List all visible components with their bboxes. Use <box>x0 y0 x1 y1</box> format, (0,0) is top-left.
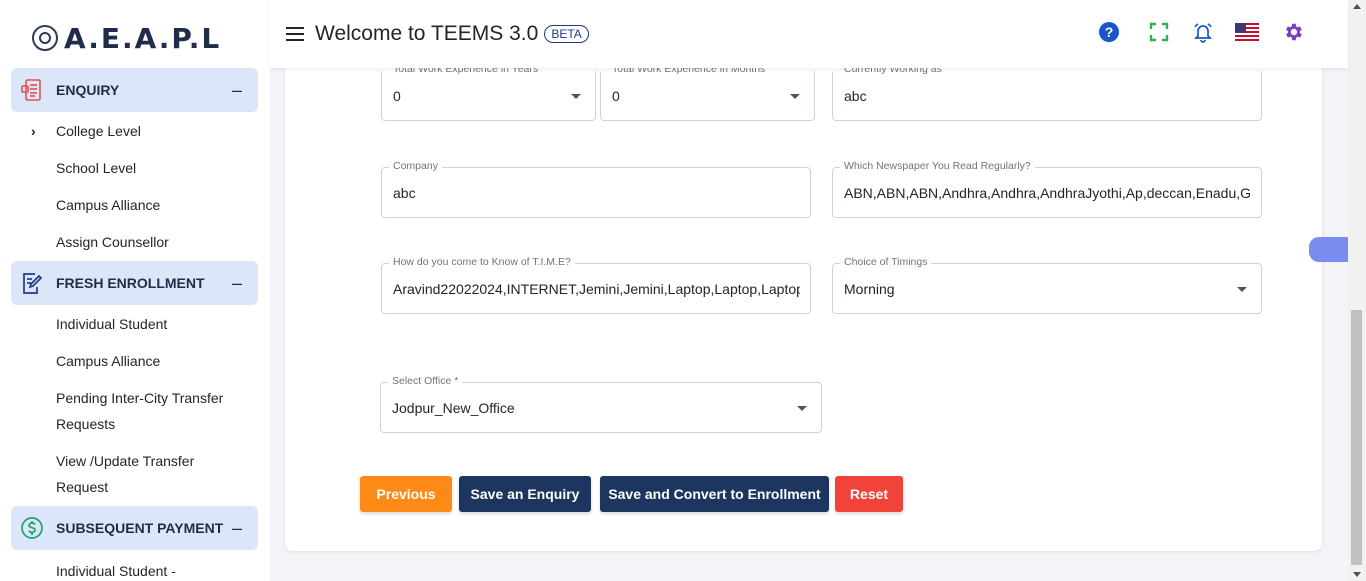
notification-bell-icon[interactable] <box>1190 19 1216 45</box>
sidebar-item-college-level[interactable]: › College Level <box>0 118 270 144</box>
choice-of-timings-select[interactable]: Choice of Timings Morning <box>832 256 1262 314</box>
side-panel-tab[interactable] <box>1309 237 1349 262</box>
sidebar-item-label: Campus Alliance <box>56 197 161 213</box>
fullscreen-icon[interactable] <box>1146 19 1172 45</box>
logo-emblem-icon <box>32 25 58 51</box>
newspaper-input[interactable]: Which Newspaper You Read Regularly? ABN,… <box>832 160 1262 218</box>
sidebar-section-subsequent-payment[interactable]: SUBSEQUENT PAYMENT – <box>11 506 258 550</box>
scroll-down-arrow-icon[interactable] <box>1353 572 1361 577</box>
work-exp-months-select[interactable]: Total Work Experience in Months 0 <box>600 63 815 121</box>
sidebar-item-label: Pending Inter-City Transfer Requests <box>56 390 224 432</box>
field-value: 0 <box>612 87 620 104</box>
currently-working-as-input[interactable]: Currently Working as abc <box>832 63 1262 121</box>
logo[interactable]: A.E.A.P.L <box>0 0 270 68</box>
field-value: 0 <box>393 87 401 104</box>
scrollbar-thumb[interactable] <box>1351 310 1362 565</box>
dropdown-caret-icon <box>790 93 800 99</box>
dollar-circle-icon <box>19 515 45 541</box>
select-office-dropdown[interactable]: Select Office * Jodpur_New_Office <box>380 375 822 433</box>
sidebar-section-label: FRESH ENROLLMENT <box>56 275 205 291</box>
dropdown-caret-icon <box>571 93 581 99</box>
sidebar-item-label: Assign Counsellor <box>56 234 169 250</box>
field-value: ABN,ABN,ABN,Andhra,Andhra,AndhraJyothi,A… <box>844 184 1251 201</box>
sidebar-section-enquiry[interactable]: ENQUIRY – <box>11 68 258 112</box>
form-card: Total Work Experience in Years 0 Total W… <box>285 40 1322 551</box>
sidebar-item-campus-alliance[interactable]: Campus Alliance <box>0 192 270 218</box>
dropdown-caret-icon <box>797 405 807 411</box>
sidebar-item-assign-counsellor[interactable]: Assign Counsellor <box>0 229 270 255</box>
sidebar-item-pending-transfer[interactable]: Pending Inter-City Transfer Requests <box>0 385 240 437</box>
field-value: Jodpur_New_Office <box>392 399 515 416</box>
sidebar-item-school-level[interactable]: School Level <box>0 155 270 181</box>
sidebar-item-campus-alliance-enrollment[interactable]: Campus Alliance <box>0 348 270 374</box>
know-of-time-input[interactable]: How do you come to Know of T.I.M.E? Arav… <box>381 256 811 314</box>
settings-gear-icon[interactable] <box>1280 19 1306 45</box>
sidebar-item-individual-student[interactable]: Individual Student <box>0 311 270 337</box>
top-header: Welcome to TEEMS 3.0 BETA ? <box>270 0 1348 68</box>
save-convert-enrollment-button[interactable]: Save and Convert to Enrollment <box>600 476 829 512</box>
edit-document-icon <box>19 270 45 296</box>
scroll-up-arrow-icon[interactable] <box>1353 4 1361 9</box>
field-value: Aravind22022024,INTERNET,Jemini,Jemini,L… <box>393 280 800 297</box>
sidebar-item-label: School Level <box>56 160 137 176</box>
beta-badge: BETA <box>544 25 589 43</box>
us-flag-icon[interactable] <box>1234 19 1260 45</box>
field-value: abc <box>393 184 416 201</box>
sidebar-section-label: ENQUIRY <box>56 82 120 98</box>
sidebar-item-label: Campus Alliance <box>56 353 161 369</box>
sidebar-item-individual-student-payment[interactable]: Individual Student - <box>0 558 270 581</box>
field-value: Morning <box>844 280 895 297</box>
chevron-right-icon: › <box>31 123 36 139</box>
sidebar-item-label: Individual Student - <box>56 563 176 579</box>
save-enquiry-button[interactable]: Save an Enquiry <box>459 476 591 512</box>
sidebar: A.E.A.P.L ENQUIRY – › College Level Scho… <box>0 0 270 581</box>
sidebar-item-view-update-transfer[interactable]: View /Update Transfer Request <box>0 448 230 500</box>
sidebar-item-label: View /Update Transfer Request <box>56 453 195 495</box>
sidebar-item-label: Individual Student <box>56 316 168 332</box>
collapse-icon[interactable]: – <box>232 518 242 539</box>
work-exp-years-select[interactable]: Total Work Experience in Years 0 <box>381 63 596 121</box>
sidebar-item-label: College Level <box>56 123 141 139</box>
company-input[interactable]: Company abc <box>381 160 811 218</box>
help-icon[interactable]: ? <box>1096 19 1122 45</box>
sidebar-section-fresh-enrollment[interactable]: FRESH ENROLLMENT – <box>11 261 258 305</box>
collapse-icon[interactable]: – <box>232 273 242 294</box>
hamburger-menu-icon[interactable] <box>286 27 304 41</box>
field-value: abc <box>844 87 867 104</box>
previous-button[interactable]: Previous <box>360 476 452 512</box>
logo-text: A.E.A.P.L <box>64 21 222 55</box>
page-scrollbar[interactable] <box>1348 0 1366 581</box>
reset-button[interactable]: Reset <box>835 476 903 512</box>
collapse-icon[interactable]: – <box>232 80 242 101</box>
page-title: Welcome to TEEMS 3.0 <box>315 22 539 45</box>
sidebar-section-label: SUBSEQUENT PAYMENT <box>56 520 224 536</box>
enquiry-form-icon <box>19 77 45 103</box>
svg-text:?: ? <box>1105 24 1114 40</box>
dropdown-caret-icon <box>1237 286 1247 292</box>
